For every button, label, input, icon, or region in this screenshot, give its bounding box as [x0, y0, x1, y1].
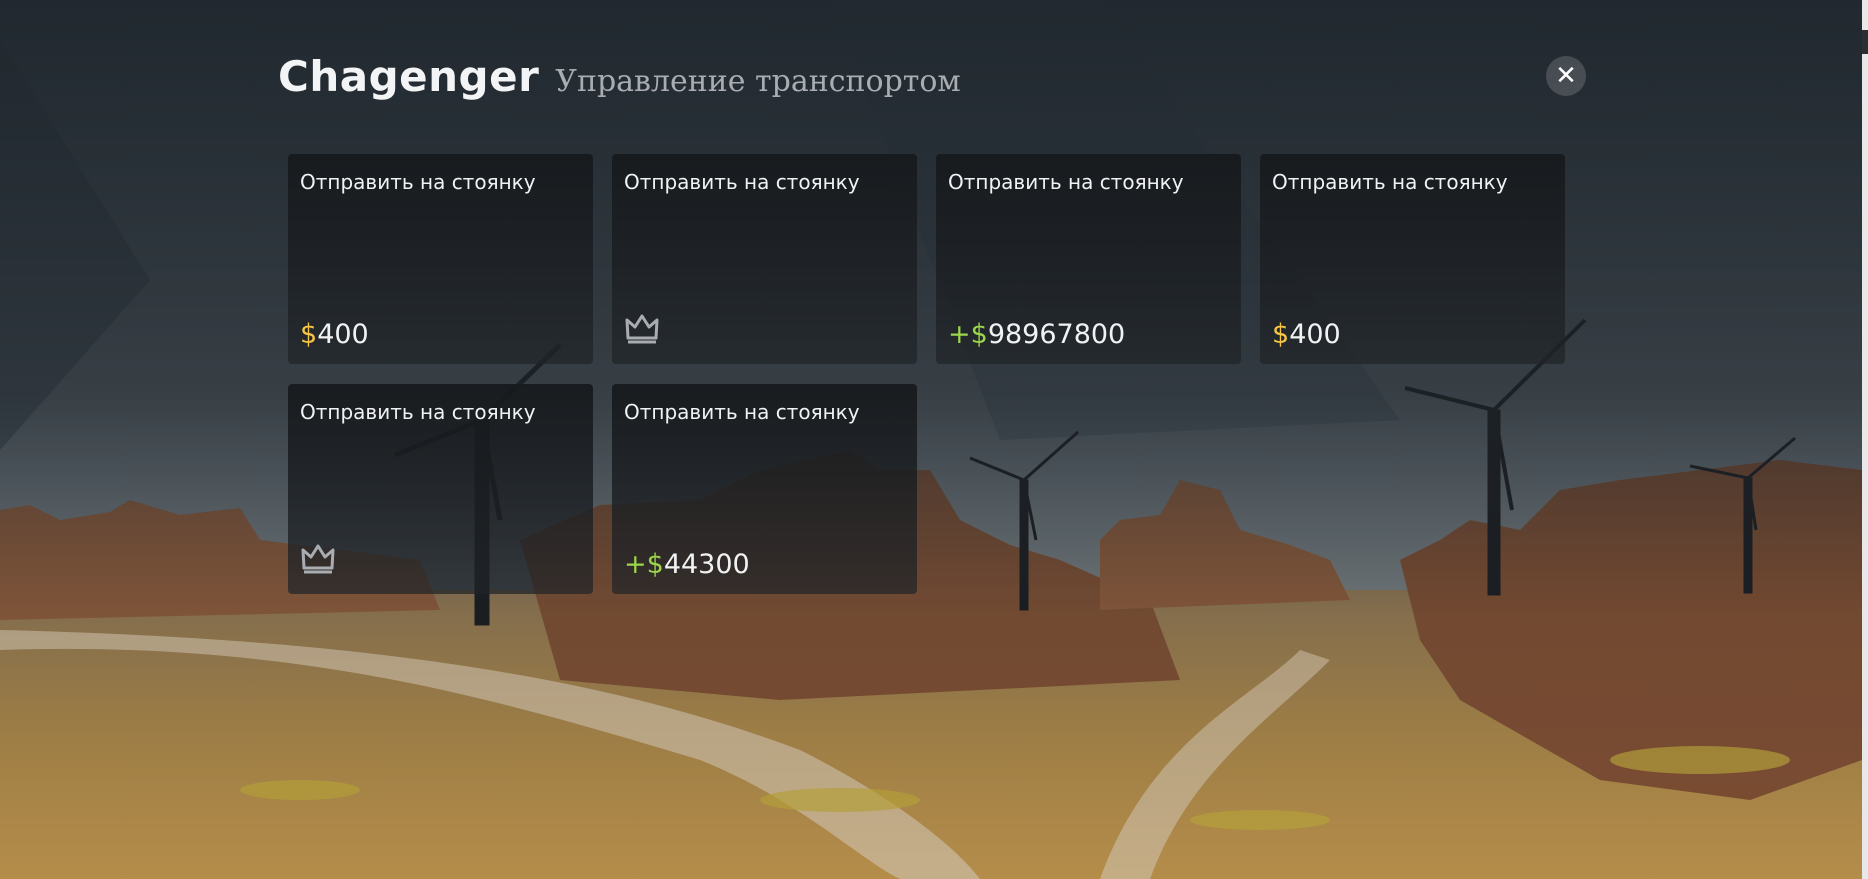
send-to-parking-label: Отправить на стоянку [300, 170, 536, 194]
page-scrollbar[interactable] [1862, 0, 1868, 879]
vehicle-card[interactable]: Отправить на стоянку $400 [1260, 154, 1565, 364]
currency-symbol: $ [646, 549, 664, 580]
close-button[interactable]: ✕ [1546, 56, 1586, 96]
page-subtitle: Управление транспортом [555, 64, 961, 99]
background-scene [0, 0, 1862, 879]
vehicle-card[interactable]: Отправить на стоянку [612, 154, 917, 364]
currency-symbol: $ [970, 319, 988, 350]
price-prefix: + [948, 319, 971, 350]
app-title: Chagenger [278, 52, 540, 101]
price-value: $400 [300, 319, 369, 350]
currency-symbol: $ [300, 319, 318, 350]
price-amount: 98967800 [987, 319, 1126, 350]
price-amount: 400 [1289, 319, 1341, 350]
crown-icon [300, 542, 336, 574]
price-value: $400 [1272, 319, 1341, 350]
price-amount: 44300 [663, 549, 750, 580]
send-to-parking-label: Отправить на стоянку [624, 170, 860, 194]
send-to-parking-label: Отправить на стоянку [1272, 170, 1508, 194]
currency-symbol: $ [1272, 319, 1290, 350]
scrollbar-thumb[interactable] [1862, 30, 1868, 54]
send-to-parking-label: Отправить на стоянку [948, 170, 1184, 194]
vehicle-card[interactable]: Отправить на стоянку [288, 384, 593, 594]
vehicle-card[interactable]: Отправить на стоянку +$44300 [612, 384, 917, 594]
price-amount: 400 [317, 319, 369, 350]
price-prefix: + [624, 549, 647, 580]
modal-header: Chagenger Управление транспортом [278, 52, 961, 102]
send-to-parking-label: Отправить на стоянку [300, 400, 536, 424]
price-value: +$44300 [624, 549, 750, 580]
vehicle-card[interactable]: Отправить на стоянку +$98967800 [936, 154, 1241, 364]
price-value: +$98967800 [948, 319, 1125, 350]
crown-icon [624, 312, 660, 344]
send-to-parking-label: Отправить на стоянку [624, 400, 860, 424]
close-icon: ✕ [1555, 61, 1577, 91]
vehicle-card[interactable]: Отправить на стоянку $400 [288, 154, 593, 364]
